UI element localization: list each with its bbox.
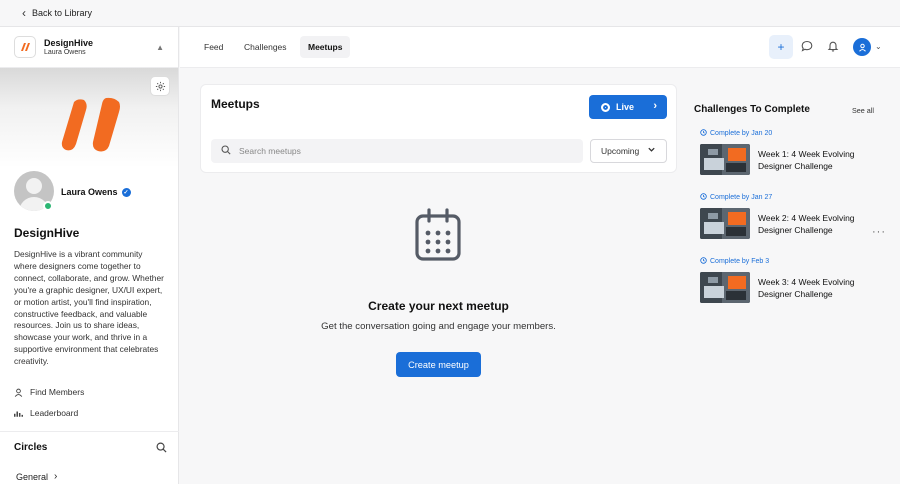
community-switcher[interactable]: DesignHive Laura Owens ▲ [0,27,178,68]
divider [0,431,179,432]
verified-check-icon: ✓ [121,187,131,197]
create-meetup-button[interactable]: Create meetup [396,352,481,377]
challenge-due-label: Complete by Jan 27 [710,194,773,201]
sidebar-item-find-members[interactable]: Find Members [14,387,84,397]
challenge-name[interactable]: Week 3: 4 Week Evolving Designer Challen… [758,276,878,300]
chat-icon[interactable] [801,40,813,55]
tab-meetups[interactable]: Meetups [300,36,351,58]
empty-state-subtitle: Get the conversation going and engage yo… [321,321,556,332]
page-title: Meetups [211,97,260,111]
challenge-name[interactable]: Week 2: 4 Week Evolving Designer Challen… [758,212,878,236]
challenge-thumbnail[interactable] [700,208,750,239]
live-button-label: Live [616,102,635,112]
user-avatar-icon[interactable] [853,38,871,56]
tab-label: Challenges [244,42,287,52]
circle-item-general[interactable]: General › [16,471,57,482]
filter-value: Upcoming [601,146,640,156]
challenge-due-date: Complete by Jan 20 [700,129,772,138]
community-name: DesignHive [44,38,94,48]
challenge-name[interactable]: Week 1: 4 Week Evolving Designer Challen… [758,148,878,172]
see-all-link[interactable]: See all [852,106,874,115]
challenges-title: Challenges To Complete [694,104,810,115]
bell-icon[interactable] [827,40,839,55]
tab-challenges[interactable]: Challenges [236,36,295,58]
challenge-due-date: Complete by Feb 3 [700,257,769,266]
tab-label: Feed [204,42,224,52]
challenge-thumbnail[interactable] [700,272,750,303]
tab-feed[interactable]: Feed [196,36,231,58]
community-logo-icon [14,36,36,58]
chevron-up-icon[interactable]: ▲ [156,43,164,52]
clock-icon [700,257,707,266]
community-owner: Laura Owens [44,49,86,56]
chevron-right-icon: › [653,100,657,112]
top-navigation: Feed Challenges Meetups + ⌄ [180,27,900,68]
challenge-due-label: Complete by Jan 20 [710,130,773,137]
circles-title: Circles [14,442,48,453]
challenge-due-date: Complete by Jan 27 [700,193,772,202]
sidebar-item-leaderboard[interactable]: Leaderboard [14,408,78,418]
community-banner-logo-icon [60,96,122,157]
empty-state-title: Create your next meetup [368,299,509,313]
profile-row: Laura Owens ✓ [0,168,178,216]
sidebar-item-label: Leaderboard [30,408,79,418]
search-box [211,139,583,163]
search-icon [221,144,231,158]
chevron-down-icon[interactable]: ⌄ [875,42,882,51]
community-title: DesignHive [14,226,80,240]
community-description: DesignHive is a vibrant community where … [14,249,164,367]
back-link-label: Back to Library [32,8,93,18]
profile-name: Laura Owens [61,187,118,197]
search-icon[interactable] [156,442,167,456]
meetup-filter-select[interactable]: Upcoming [590,139,667,163]
online-status-icon [43,201,53,211]
clock-icon [700,193,707,202]
meetups-header-card: Meetups Live › Upcoming [200,84,677,173]
chevron-right-icon: › [54,471,58,482]
clock-icon [700,129,707,138]
challenge-thumbnail[interactable] [700,144,750,175]
sidebar-item-label: Find Members [30,387,85,397]
tab-label: Meetups [308,42,343,52]
back-to-library-link[interactable]: ‹ Back to Library [0,0,900,27]
add-icon[interactable]: + [769,35,793,59]
person-icon [14,388,24,397]
live-button[interactable]: Live › [589,95,667,119]
chevron-left-icon: ‹ [22,6,26,20]
challenge-due-label: Complete by Feb 3 [710,258,770,265]
search-input[interactable] [239,146,539,156]
circle-item-label: General [16,471,49,482]
calendar-icon [414,208,462,265]
community-banner [0,68,178,168]
bar-chart-icon [14,409,24,417]
live-dot-icon [601,102,610,112]
gear-icon[interactable] [150,76,170,96]
chevron-down-icon [647,145,656,156]
